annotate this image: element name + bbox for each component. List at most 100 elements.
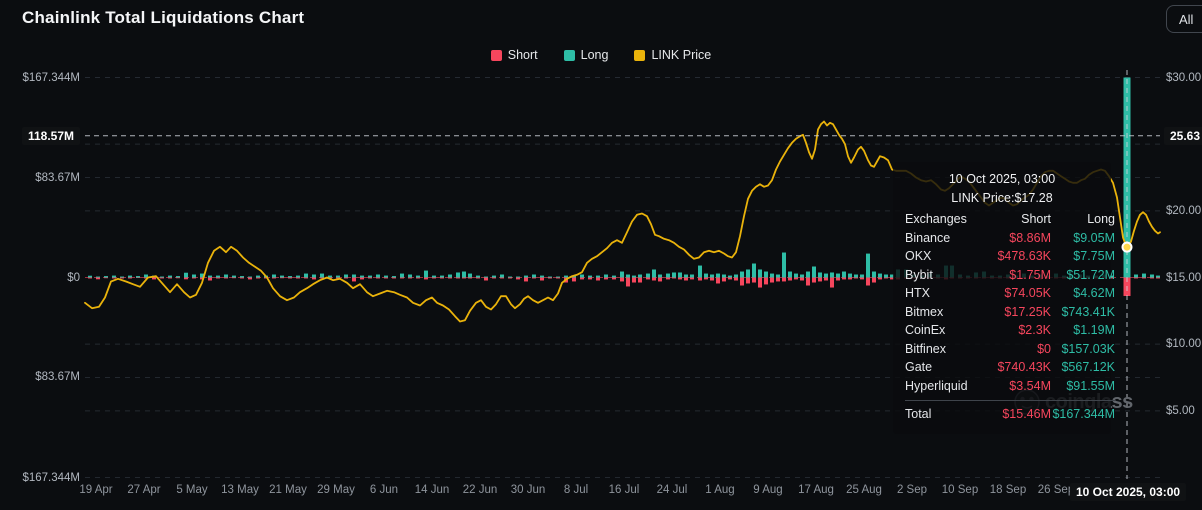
long-bar	[440, 275, 444, 278]
short-bar	[728, 277, 732, 280]
long-bar	[588, 275, 592, 278]
short-bar	[312, 277, 316, 280]
long-bar	[136, 276, 140, 278]
tooltip-long-value: $1.19M	[1073, 323, 1115, 337]
long-bar	[336, 275, 340, 278]
short-bar	[344, 277, 348, 279]
short-bar	[684, 277, 688, 281]
long-bar	[384, 275, 388, 278]
short-bar	[516, 277, 520, 280]
tooltip-exchange-name: CoinEx	[905, 323, 946, 337]
short-bar	[806, 277, 810, 286]
short-bar	[572, 277, 576, 282]
short-bar	[96, 277, 100, 280]
tooltip-exchange-name: HTX	[905, 286, 930, 300]
tooltip-long-value: $157.03K	[1061, 341, 1115, 356]
long-bar	[1156, 275, 1160, 278]
short-bar	[716, 277, 720, 284]
short-bar	[758, 277, 762, 288]
long-bar	[848, 273, 852, 278]
short-bar	[176, 277, 180, 279]
short-bar	[596, 277, 600, 281]
short-bar	[818, 277, 822, 282]
short-bar	[770, 277, 774, 283]
long-bar	[830, 272, 834, 278]
long-bar	[704, 273, 708, 278]
long-bar	[722, 274, 726, 278]
long-bar	[540, 275, 544, 278]
short-bar	[248, 277, 252, 280]
tooltip-exchange-name: Bitmex	[905, 304, 944, 319]
long-bar	[240, 276, 244, 278]
short-bar	[588, 277, 592, 280]
long-bar	[208, 275, 212, 278]
tooltip-short-value: $3.54M	[1009, 378, 1051, 393]
short-bar	[192, 277, 196, 279]
short-bar	[580, 277, 584, 280]
short-bar	[540, 277, 544, 281]
short-bar	[392, 277, 396, 279]
long-bar	[684, 274, 688, 278]
crosshair-left-value-chip: 118.57M	[21, 127, 80, 145]
long-bar	[192, 274, 196, 278]
long-bar	[672, 272, 676, 278]
crosshair-right-value-chip: 25.63	[1164, 127, 1202, 145]
long-bar	[1134, 274, 1138, 278]
long-bar	[462, 271, 466, 278]
short-bar	[524, 277, 528, 282]
long-bar	[646, 273, 650, 278]
short-bar	[722, 277, 726, 282]
tooltip-short-value: $2.3K	[1018, 323, 1051, 337]
tooltip-date: 10 Oct 2025, 03:00	[948, 172, 1056, 186]
long-bar	[612, 275, 616, 278]
long-bar	[448, 274, 452, 278]
long-bar	[232, 275, 236, 278]
chart-tooltip: 10 Oct 2025, 03:00 LINK Price:$17.28 Exc…	[893, 162, 1115, 434]
short-bar	[782, 277, 786, 282]
short-bar	[836, 277, 840, 281]
short-bar	[384, 277, 388, 279]
long-bar	[416, 275, 420, 278]
long-bar	[128, 275, 132, 278]
short-bar	[860, 277, 864, 280]
long-bar	[728, 275, 732, 278]
long-bar	[352, 274, 356, 278]
long-bar	[824, 273, 828, 278]
long-bar	[320, 273, 324, 278]
tooltip-short-value: $0	[1037, 341, 1051, 356]
long-bar	[104, 276, 108, 278]
tooltip-exchange-name: Hyperliquid	[905, 378, 968, 393]
short-bar	[678, 277, 682, 280]
tooltip-link-price: LINK Price:$17.28	[951, 191, 1053, 205]
short-bar	[612, 277, 616, 280]
tooltip-short-value: $8.86M	[1009, 230, 1051, 245]
short-bar	[830, 277, 834, 288]
long-bar	[368, 275, 372, 278]
short-bar	[752, 277, 756, 283]
short-bar	[878, 277, 882, 280]
tooltip-short-value: $478.63K	[997, 249, 1051, 263]
long-bar	[160, 276, 164, 278]
short-bar	[698, 277, 702, 281]
short-bar	[360, 277, 364, 280]
long-bar	[408, 274, 412, 278]
short-bar	[416, 277, 420, 279]
short-bar	[824, 277, 828, 281]
tooltip-total-label: Total	[905, 407, 932, 421]
tooltip-short-value: $17.25K	[1004, 304, 1051, 319]
long-bar	[516, 276, 520, 278]
short-bar	[1150, 277, 1154, 279]
tooltip-exchange-name: Bitfinex	[905, 341, 946, 356]
crosshair-date-chip: 10 Oct 2025, 03:00	[1069, 483, 1187, 501]
tooltip-exchange-name: Gate	[905, 360, 933, 374]
short-bar	[120, 277, 124, 279]
long-bar	[788, 271, 792, 278]
long-bar	[484, 276, 488, 278]
long-bar	[854, 274, 858, 278]
short-bar	[508, 277, 512, 279]
short-bar	[272, 277, 276, 279]
long-bar	[734, 274, 738, 278]
short-bar	[866, 277, 870, 286]
long-bar	[596, 275, 600, 278]
long-bar	[710, 274, 714, 278]
